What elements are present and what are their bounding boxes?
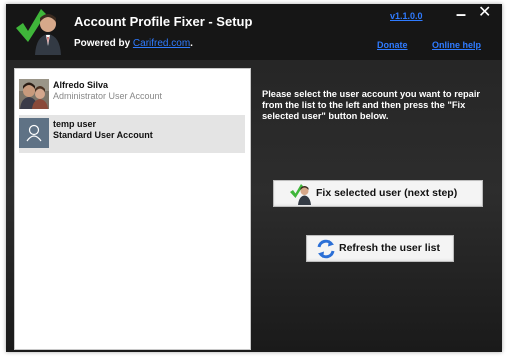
powered-by-label: Powered by: [74, 38, 133, 49]
user-account-type: Administrator User Account: [53, 91, 163, 101]
user-list[interactable]: Alfredo Silva Administrator User Account…: [14, 68, 251, 350]
refresh-icon: [317, 239, 335, 259]
user-item-temp-user[interactable]: temp user Standard User Account: [19, 115, 245, 153]
minimize-button[interactable]: –: [456, 4, 466, 24]
fix-button-label: Fix selected user (next step): [316, 187, 458, 199]
powered-by: Powered by Carifred.com.: [74, 38, 193, 49]
generic-user-icon: [19, 118, 49, 148]
version-link[interactable]: v1.1.0.0: [390, 11, 423, 21]
title-bar: Account Profile Fixer - Setup Powered by…: [6, 4, 502, 60]
powered-by-period: .: [190, 38, 193, 49]
user-name: Alfredo Silva: [53, 80, 109, 90]
photo-avatar-icon: [19, 79, 49, 109]
app-logo-icon: [16, 9, 61, 55]
app-title: Account Profile Fixer - Setup: [74, 14, 253, 29]
setup-window: Account Profile Fixer - Setup Powered by…: [6, 4, 502, 352]
user-account-type: Standard User Account: [53, 130, 153, 140]
user-item-alfredo-silva[interactable]: Alfredo Silva Administrator User Account: [19, 76, 245, 114]
user-name: temp user: [53, 119, 97, 129]
refresh-button-label: Refresh the user list: [339, 242, 440, 254]
main-content: Alfredo Silva Administrator User Account…: [6, 60, 502, 352]
fix-selected-user-button[interactable]: Fix selected user (next step): [273, 180, 483, 207]
online-help-link[interactable]: Online help: [432, 40, 481, 50]
carifred-link[interactable]: Carifred.com: [133, 38, 190, 49]
close-button[interactable]: ✕: [478, 4, 491, 23]
fix-user-icon: [290, 184, 311, 205]
instructions-text: Please select the user account you want …: [262, 89, 481, 121]
refresh-user-list-button[interactable]: Refresh the user list: [306, 235, 454, 262]
donate-link[interactable]: Donate: [377, 40, 408, 50]
